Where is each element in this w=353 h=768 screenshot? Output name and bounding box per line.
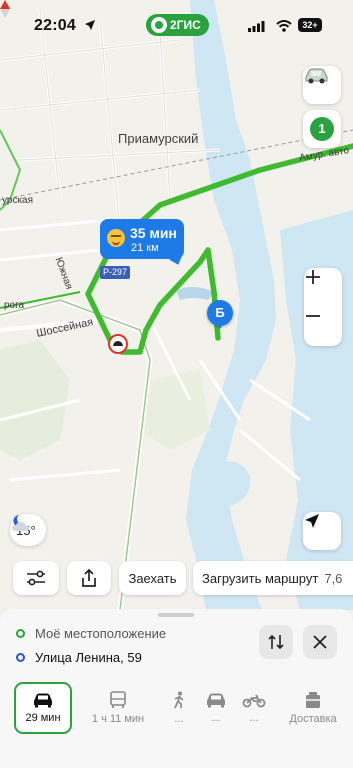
zoom-controls <box>304 268 342 346</box>
moon-cloud-icon <box>12 515 29 531</box>
cell-signal-icon <box>248 21 265 32</box>
mode-delivery-label: Доставка <box>289 713 337 725</box>
motorcycle-icon <box>242 694 266 708</box>
mode-moto-label: ... <box>249 712 259 724</box>
load-route-label: Загрузить маршрут <box>202 570 319 586</box>
route-bottom-sheet: Моё местоположение Улица Ленина, 59 29 м… <box>0 609 353 768</box>
mode-walk[interactable]: ... <box>160 682 198 734</box>
swap-route-button[interactable] <box>259 625 293 659</box>
origin-dot-icon <box>16 629 25 638</box>
route-actions-row: Заехать Загрузить маршрут 7,6 <box>0 561 353 595</box>
place-label: Приамурский <box>118 131 199 146</box>
green-zone <box>0 340 70 460</box>
plus-icon <box>306 270 320 284</box>
weather-chip[interactable]: 15° <box>10 514 46 546</box>
add-stop-button[interactable]: Заехать <box>119 561 186 595</box>
close-icon <box>313 635 327 649</box>
mode-bus[interactable]: 1 ч 11 мин <box>84 682 152 734</box>
smile-face-icon <box>107 229 125 247</box>
route-time: 35 мин <box>130 225 177 241</box>
mode-bus-label: 1 ч 11 мин <box>91 713 145 725</box>
close-route-button[interactable] <box>303 625 337 659</box>
my-car-button[interactable] <box>303 66 341 104</box>
battery-indicator: 32+ <box>298 18 322 32</box>
route-settings-button[interactable] <box>13 561 59 595</box>
navigation-arrow-icon <box>305 514 319 528</box>
mode-taxi[interactable]: ... <box>198 682 234 734</box>
mode-moto[interactable]: ... <box>236 682 272 734</box>
transport-modes: 29 мин 1 ч 11 мин ... ... ... Доставка <box>0 682 353 738</box>
mode-car[interactable]: 29 мин <box>14 682 72 734</box>
road-label-left: урская <box>2 195 34 206</box>
status-time: 22:04 <box>34 17 76 34</box>
mode-walk-label: ... <box>174 713 184 725</box>
route-info-bubble[interactable]: 35 мин 21 км <box>100 219 184 259</box>
sliders-icon <box>27 570 45 586</box>
app-badge-label: 2ГИС <box>170 18 201 32</box>
locate-me-button[interactable] <box>303 512 341 550</box>
taxi-icon <box>207 693 225 708</box>
load-route-price: 7,6 <box>324 570 343 586</box>
route-distance: 21 км <box>131 242 159 254</box>
minus-icon <box>306 315 320 317</box>
app-badge[interactable]: 2ГИС <box>146 14 209 36</box>
route-number-sign: Р-297 <box>100 266 131 279</box>
mode-delivery[interactable]: Доставка <box>282 682 344 734</box>
status-bar: 22:04 2ГИС 32+ <box>0 0 353 46</box>
zoom-in-button[interactable] <box>304 268 342 307</box>
destination-field[interactable]: Улица Ленина, 59 <box>35 650 142 665</box>
zoom-out-button[interactable] <box>304 307 342 346</box>
events-counter-button[interactable]: 1 <box>303 110 341 148</box>
walking-icon <box>174 691 184 709</box>
destination-dot-icon <box>16 653 25 662</box>
bus-icon <box>110 691 126 708</box>
green-zone <box>140 370 210 450</box>
sheet-drag-handle[interactable] <box>158 613 194 617</box>
location-arrow-icon <box>85 20 95 30</box>
load-route-button[interactable]: Загрузить маршрут 7,6 <box>193 561 353 595</box>
app-logo-icon <box>151 17 167 33</box>
destination-marker[interactable]: Б <box>207 300 233 329</box>
pond-shape <box>176 286 214 300</box>
car-icon <box>305 68 328 84</box>
map-canvas <box>0 0 353 610</box>
speed-bump-icon[interactable] <box>108 334 128 354</box>
delivery-icon <box>306 692 320 708</box>
mode-taxi-label: ... <box>211 712 221 724</box>
road-label-roga: рога <box>4 300 25 311</box>
map-view[interactable]: Приамурский Амур. авто урская Южная Шосс… <box>0 0 353 610</box>
car-icon <box>34 693 52 708</box>
counter-badge: 1 <box>310 117 334 141</box>
mode-car-label: 29 мин <box>25 712 61 724</box>
origin-field[interactable]: Моё местоположение <box>35 626 166 641</box>
share-icon <box>82 568 96 587</box>
pond2-shape <box>212 461 251 506</box>
wifi-icon <box>276 20 292 32</box>
share-button[interactable] <box>67 561 111 595</box>
swap-arrows-icon <box>268 634 284 650</box>
